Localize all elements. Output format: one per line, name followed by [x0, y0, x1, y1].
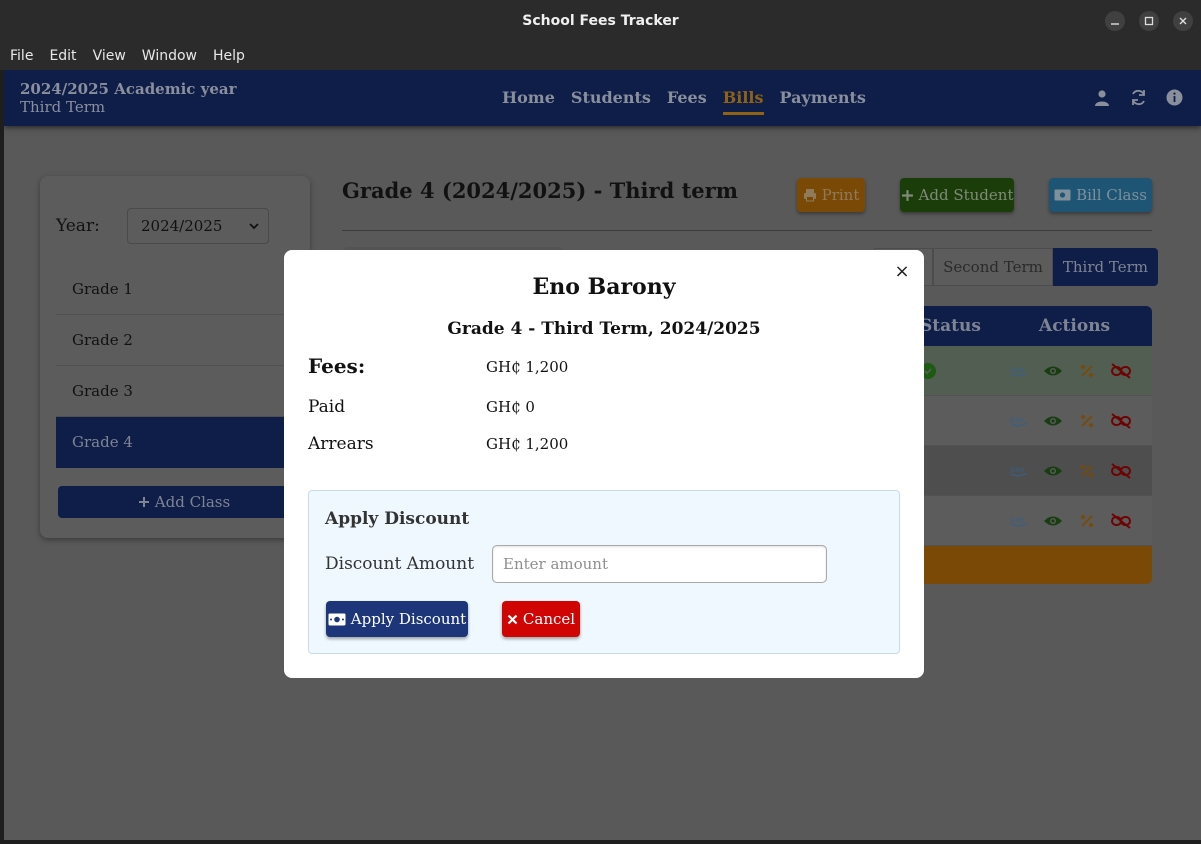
percent-icon[interactable]	[1076, 460, 1098, 482]
money-bill-icon	[328, 613, 346, 625]
menu-view[interactable]: View	[93, 48, 126, 64]
svg-text:pay: pay	[1010, 365, 1025, 374]
window-title: School Fees Tracker	[522, 13, 679, 29]
main-nav: Home Students Fees Bills Payments	[502, 88, 866, 115]
column-header-actions: Actions	[1039, 316, 1111, 336]
info-icon[interactable]	[1165, 88, 1183, 106]
nav-fees[interactable]: Fees	[667, 88, 707, 115]
column-header-status: Status	[920, 316, 981, 336]
refresh-icon[interactable]	[1129, 88, 1147, 106]
cancel-button[interactable]: Cancel	[502, 601, 580, 637]
svg-text:pay: pay	[1010, 415, 1025, 424]
unlink-icon[interactable]	[1110, 410, 1132, 432]
eye-icon[interactable]	[1042, 410, 1064, 432]
close-icon[interactable]	[1173, 11, 1193, 31]
svg-text:pay: pay	[1010, 515, 1025, 524]
sidebar-item-grade-3[interactable]: Grade 3	[56, 366, 310, 417]
plus-icon	[138, 497, 149, 507]
unlink-icon[interactable]	[1110, 360, 1132, 382]
bill-class-label: Bill Class	[1076, 186, 1147, 204]
add-student-button[interactable]: Add Student	[900, 178, 1014, 212]
bill-class-button[interactable]: Bill Class	[1049, 178, 1152, 212]
eye-icon[interactable]	[1042, 360, 1064, 382]
add-class-button[interactable]: Add Class	[58, 486, 310, 518]
menu-window[interactable]: Window	[142, 48, 197, 64]
pay-icon[interactable]: pay	[1008, 410, 1030, 432]
arrears-label: Arrears	[308, 434, 374, 454]
percent-icon[interactable]	[1076, 510, 1098, 532]
cancel-label: Cancel	[522, 610, 576, 628]
arrears-row: Arrears GH₵ 1,200	[308, 434, 708, 458]
add-student-label: Add Student	[918, 186, 1014, 204]
discount-title: Apply Discount	[325, 509, 470, 529]
current-term-label: Third Term	[20, 98, 106, 116]
pay-icon[interactable]: pay	[1008, 360, 1030, 382]
nav-home[interactable]: Home	[502, 88, 555, 115]
apply-discount-label: Apply Discount	[350, 610, 467, 628]
tab-third-term[interactable]: Third Term	[1052, 248, 1158, 286]
student-name: Eno Barony	[532, 274, 676, 300]
nav-students[interactable]: Students	[571, 88, 651, 115]
plus-icon	[901, 189, 913, 201]
app-header: 2024/2025 Academic year Third Term Home …	[4, 70, 1201, 126]
chevron-down-icon	[249, 223, 259, 230]
paid-label: Paid	[308, 397, 346, 417]
discount-amount-label: Discount Amount	[325, 554, 475, 574]
nav-payments[interactable]: Payments	[780, 88, 866, 115]
percent-icon[interactable]	[1076, 410, 1098, 432]
fees-value: GH₵ 1,200	[486, 358, 569, 376]
user-icon[interactable]	[1093, 88, 1111, 106]
add-class-label: Add Class	[154, 493, 231, 511]
year-select[interactable]: 2024/2025	[127, 208, 269, 244]
unlink-icon[interactable]	[1110, 460, 1132, 482]
printer-icon	[803, 189, 816, 202]
header-icons	[1093, 88, 1183, 106]
print-button[interactable]: Print	[797, 178, 865, 212]
class-sidebar: Year: 2024/2025 Grade 1 Grade 2 Grade 3 …	[40, 176, 310, 538]
print-label: Print	[821, 186, 860, 204]
eye-icon[interactable]	[1042, 510, 1064, 532]
menu-edit[interactable]: Edit	[49, 48, 76, 64]
arrears-value: GH₵ 1,200	[486, 435, 569, 453]
nav-bills[interactable]: Bills	[722, 88, 764, 115]
apply-discount-button[interactable]: Apply Discount	[326, 601, 468, 637]
tab-second-term[interactable]: Second Term	[933, 248, 1053, 286]
sidebar-item-grade-4[interactable]: Grade 4	[56, 417, 310, 468]
year-label: Year:	[56, 216, 100, 236]
academic-year-label: 2024/2025 Academic year	[20, 80, 237, 98]
money-bill-icon	[1054, 189, 1071, 201]
pay-icon[interactable]: pay	[1008, 510, 1030, 532]
window-titlebar: School Fees Tracker	[0, 0, 1201, 42]
unlink-icon[interactable]	[1110, 510, 1132, 532]
percent-icon[interactable]	[1076, 360, 1098, 382]
sidebar-item-grade-1[interactable]: Grade 1	[56, 264, 310, 315]
svg-text:pay: pay	[1010, 465, 1025, 474]
menu-help[interactable]: Help	[213, 48, 245, 64]
modal-subtitle: Grade 4 - Third Term, 2024/2025	[447, 319, 761, 339]
menu-bar: File Edit View Window Help	[0, 42, 1201, 70]
eye-icon[interactable]	[1042, 460, 1064, 482]
discount-panel: Apply Discount Discount Amount Apply Dis…	[308, 490, 900, 654]
discount-modal: × Eno Barony Grade 4 - Third Term, 2024/…	[284, 250, 924, 678]
title-divider	[342, 230, 1152, 231]
paid-value: GH₵ 0	[486, 398, 535, 416]
close-icon	[507, 614, 518, 624]
fees-row: Fees: GH₵ 1,200	[308, 354, 708, 381]
menu-file[interactable]: File	[10, 48, 33, 64]
paid-row: Paid GH₵ 0	[308, 397, 708, 421]
minimize-icon[interactable]	[1105, 11, 1125, 31]
page-title: Grade 4 (2024/2025) - Third term	[342, 178, 738, 203]
window-controls	[1105, 11, 1193, 31]
grade-list: Grade 1 Grade 2 Grade 3 Grade 4	[56, 264, 310, 468]
sidebar-item-grade-2[interactable]: Grade 2	[56, 315, 310, 366]
pay-icon[interactable]: pay	[1008, 460, 1030, 482]
year-select-value: 2024/2025	[141, 217, 223, 235]
row-actions: pay	[1008, 410, 1132, 432]
row-actions: pay	[1008, 510, 1132, 532]
maximize-icon[interactable]	[1139, 11, 1159, 31]
discount-amount-input[interactable]	[492, 545, 827, 583]
row-actions: pay	[1008, 460, 1132, 482]
row-actions: pay	[1008, 360, 1132, 382]
fees-label: Fees:	[308, 354, 366, 378]
